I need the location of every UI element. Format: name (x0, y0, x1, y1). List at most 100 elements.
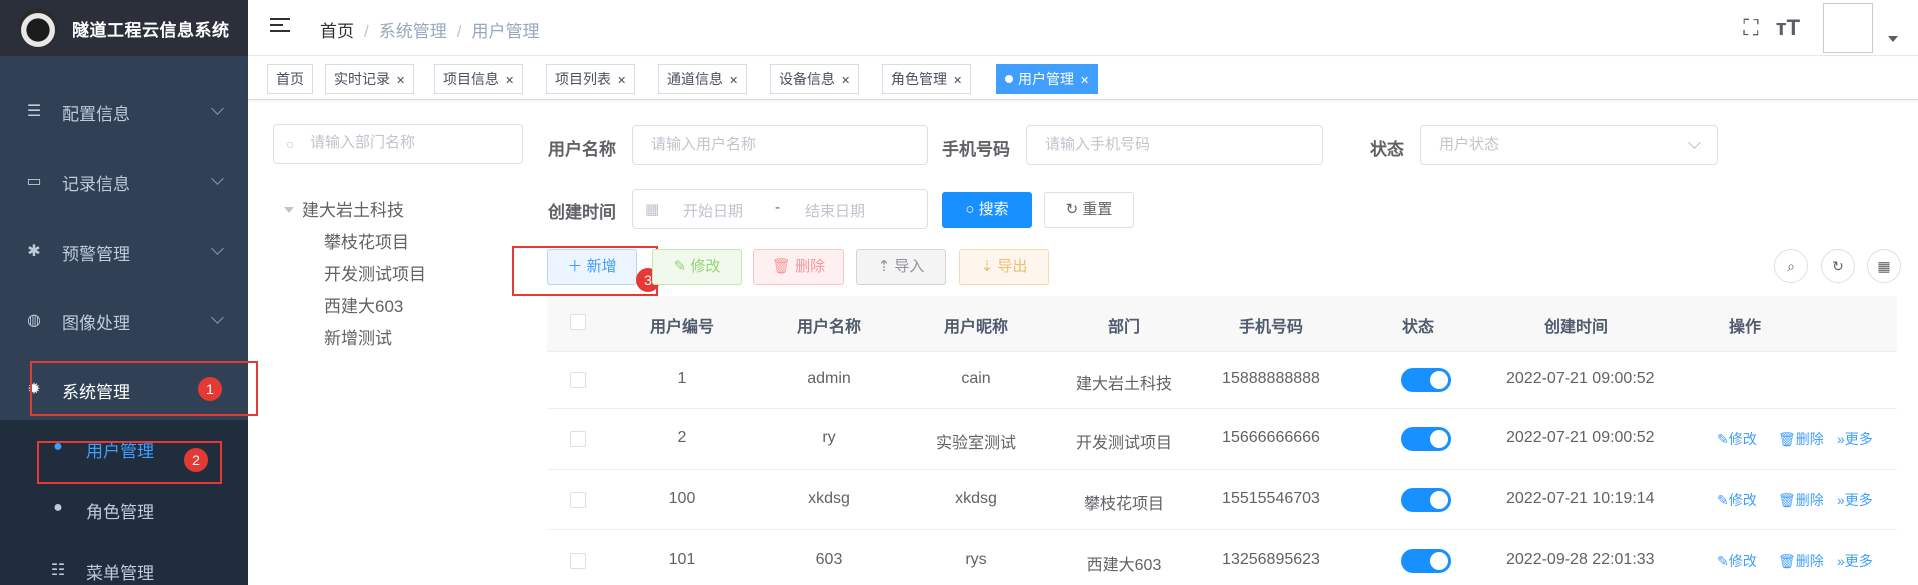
tree-node[interactable]: 攀枝花项目 (324, 228, 409, 253)
close-icon[interactable]: ✕ (1080, 75, 1089, 87)
username-field[interactable] (651, 136, 887, 153)
row-edit-link[interactable]: ✎修改 (1717, 429, 1757, 449)
tab-role-mgmt[interactable]: 角色管理 ✕ (882, 64, 972, 94)
sidebar-item-label: 菜单管理 (86, 564, 154, 583)
menu-item-records[interactable]: ▭ 记录信息 (0, 154, 248, 210)
cell-phone: 15666666666 (1222, 429, 1320, 446)
delete-button[interactable]: 🗑 删除 (753, 249, 844, 285)
row-more-link[interactable]: »更多 (1837, 429, 1873, 449)
fullscreen-icon[interactable]: ⛶ (1737, 14, 1765, 42)
row-more-link[interactable]: »更多 (1837, 490, 1873, 510)
tab-device-info[interactable]: 设备信息 ✕ (770, 64, 860, 94)
close-icon[interactable]: ✕ (396, 75, 405, 87)
row-edit-label: 修改 (1728, 492, 1757, 508)
phone-input[interactable] (1026, 125, 1323, 165)
select-all-checkbox[interactable] (570, 314, 586, 330)
end-date[interactable]: 结束日期 (805, 200, 865, 221)
columns-icon[interactable]: ▦ (1867, 249, 1901, 283)
phone-label: 手机号码 (942, 140, 1010, 159)
tab-user-mgmt[interactable]: 用户管理 ✕ (996, 64, 1099, 94)
row-checkbox[interactable] (570, 553, 586, 569)
edit-button[interactable]: ✎ 修改 (652, 249, 742, 285)
status-switch[interactable] (1401, 549, 1451, 573)
search-button[interactable]: ○ 搜索 (942, 192, 1032, 228)
globe-icon: ◍ (27, 312, 41, 329)
start-date[interactable]: 开始日期 (683, 200, 743, 221)
topbar: 首页 / 系统管理 / 用户管理 ⛶ тT (248, 0, 1918, 56)
menu-item-alerts[interactable]: ✱ 预警管理 (0, 224, 248, 280)
row-more-label: 更多 (1844, 431, 1873, 447)
toggle-search-icon[interactable]: ⌕ (1774, 249, 1808, 283)
tab-project-info[interactable]: 项目信息 ✕ (434, 64, 524, 94)
close-icon[interactable]: ✕ (729, 75, 738, 87)
row-delete-link[interactable]: 🗑删除 (1778, 490, 1824, 510)
menu-item-config[interactable]: ☰ 配置信息 (0, 84, 248, 140)
row-checkbox[interactable] (570, 431, 586, 447)
row-checkbox[interactable] (570, 372, 586, 388)
row-more-link[interactable]: »更多 (1837, 551, 1873, 571)
edit-icon: ✎ (1717, 553, 1729, 569)
tree-node[interactable]: 开发测试项目 (324, 260, 426, 285)
avatar[interactable] (1823, 3, 1873, 53)
close-icon[interactable]: ✕ (617, 75, 626, 87)
cell-user-id: 2 (677, 429, 687, 446)
tab-realtime-records[interactable]: 实时记录 ✕ (325, 64, 415, 94)
menu-item-image[interactable]: ◍ 图像处理 (0, 293, 248, 349)
table-row: 2 ry 实验室测试 开发测试项目 15666666666 2022-07-21… (547, 409, 1897, 470)
status-field[interactable] (1439, 136, 1676, 153)
close-icon[interactable]: ✕ (505, 75, 514, 87)
cell-username: 603 (815, 551, 843, 568)
status-switch[interactable] (1401, 427, 1451, 451)
dept-search-field[interactable] (310, 134, 510, 151)
tree-root-node[interactable]: 建大岩土科技 (284, 196, 404, 221)
phone-field[interactable] (1045, 136, 1281, 153)
caret-down-icon[interactable] (284, 207, 294, 213)
tab-label: 首页 (276, 71, 304, 87)
status-select[interactable] (1420, 125, 1718, 165)
tree-node[interactable]: 西建大603 (324, 292, 403, 317)
status-switch[interactable] (1401, 368, 1451, 392)
dept-search-input[interactable]: ○ (273, 124, 523, 164)
sidebar-item-menu-mgmt[interactable]: ☷ 菜单管理 (0, 542, 248, 585)
close-icon[interactable]: ✕ (841, 75, 850, 87)
row-delete-link[interactable]: 🗑删除 (1778, 551, 1824, 571)
sliders-icon: ☰ (26, 103, 42, 120)
export-button[interactable]: ⇣ 导出 (959, 249, 1049, 285)
hamburger-icon[interactable] (270, 18, 290, 36)
trash-icon: 🗑 (771, 258, 796, 275)
username-input[interactable] (632, 125, 928, 165)
font-size-icon[interactable]: тT (1774, 14, 1802, 42)
delete-button-label: 删除 (795, 258, 826, 275)
sidebar-item-role-mgmt[interactable]: ● 角色管理 (0, 481, 248, 537)
double-chevron-right-icon: » (1837, 553, 1845, 569)
tab-channel-info[interactable]: 通道信息 ✕ (658, 64, 748, 94)
breadcrumb-home[interactable]: 首页 (320, 22, 354, 41)
cell-phone: 15888888888 (1222, 370, 1320, 387)
close-icon[interactable]: ✕ (953, 75, 962, 87)
breadcrumb-separator: / (364, 22, 369, 41)
switch-knob (1430, 491, 1448, 509)
import-button[interactable]: ⇡ 导入 (856, 249, 946, 285)
row-edit-link[interactable]: ✎修改 (1717, 490, 1757, 510)
row-delete-link[interactable]: 🗑删除 (1778, 429, 1824, 449)
caret-down-icon[interactable] (1888, 36, 1898, 42)
col-status: 状态 (1401, 319, 1434, 336)
search-button-label: 搜索 (978, 201, 1009, 218)
status-switch[interactable] (1401, 488, 1451, 512)
monitor-icon: ▭ (26, 173, 42, 190)
refresh-icon[interactable]: ↻ (1821, 249, 1855, 283)
logo-icon (18, 8, 58, 48)
row-edit-link[interactable]: ✎修改 (1717, 551, 1757, 571)
tab-home[interactable]: 首页 (267, 64, 313, 94)
tab-label: 设备信息 (779, 71, 835, 87)
tab-label: 角色管理 (891, 71, 947, 87)
app-title: 隧道工程云信息系统 (72, 21, 230, 40)
tab-project-list[interactable]: 项目列表 ✕ (546, 64, 636, 94)
date-range-picker[interactable]: ▦ 开始日期 - 结束日期 (632, 189, 928, 229)
reset-button[interactable]: ↻ 重置 (1044, 192, 1134, 228)
sidebar-item-label: 角色管理 (86, 503, 154, 522)
menu-item-label: 预警管理 (62, 244, 130, 264)
col-actions: 操作 (1728, 319, 1761, 336)
tree-node[interactable]: 新增测试 (324, 324, 392, 349)
row-checkbox[interactable] (570, 492, 586, 508)
